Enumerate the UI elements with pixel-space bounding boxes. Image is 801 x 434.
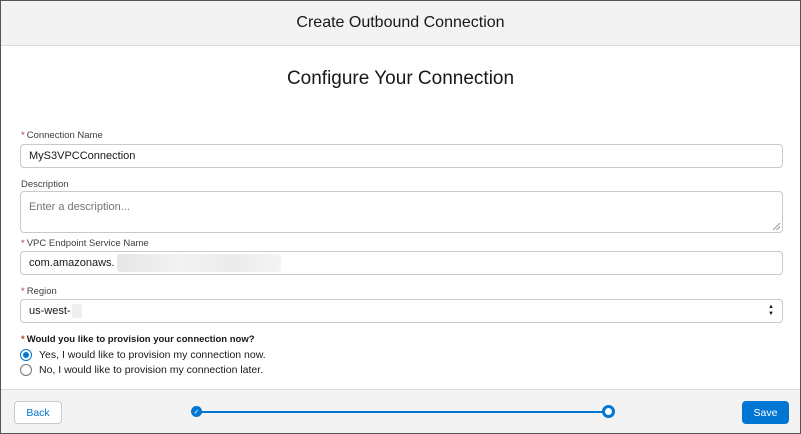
description-placeholder: Enter a description... xyxy=(29,201,130,213)
create-outbound-connection-modal: Create Outbound Connection Configure You… xyxy=(0,0,801,434)
modal-footer: Back ✓ Save xyxy=(1,389,800,433)
provision-now-option[interactable]: Yes, I would like to provision my connec… xyxy=(20,349,266,361)
radio-checked-icon[interactable] xyxy=(20,349,32,361)
select-arrows-icon: ▲ ▼ xyxy=(768,304,774,317)
connection-name-label-text: Connection Name xyxy=(26,130,103,141)
required-marker: * xyxy=(21,334,25,345)
vpc-endpoint-label-text: VPC Endpoint Service Name xyxy=(26,238,149,249)
required-marker: * xyxy=(21,238,25,249)
region-label: * Region xyxy=(21,286,57,297)
provision-question-text: Would you like to provision your connect… xyxy=(26,334,255,345)
progress-step-completed[interactable]: ✓ xyxy=(191,406,202,417)
connection-name-input[interactable]: MyS3VPCConnection xyxy=(20,144,783,168)
check-icon: ✓ xyxy=(193,408,200,416)
redacted-region xyxy=(116,254,281,272)
redacted-region xyxy=(71,304,82,318)
vpc-endpoint-input[interactable]: com.amazonaws. xyxy=(20,251,783,275)
modal-header: Create Outbound Connection xyxy=(1,1,800,46)
region-select[interactable]: us-west- ▲ ▼ xyxy=(20,299,783,323)
back-button[interactable]: Back xyxy=(14,401,62,424)
provision-now-label: Yes, I would like to provision my connec… xyxy=(39,349,266,361)
vpc-endpoint-value: com.amazonaws. xyxy=(29,257,115,269)
description-label: Description xyxy=(21,179,69,190)
region-label-text: Region xyxy=(26,286,57,297)
radio-unchecked-icon[interactable] xyxy=(20,364,32,376)
step-title: Configure Your Connection xyxy=(286,68,515,89)
modal-title: Create Outbound Connection xyxy=(296,14,505,31)
provision-question: * Would you like to provision your connec… xyxy=(21,334,255,345)
required-marker: * xyxy=(21,286,25,297)
description-textarea[interactable]: Enter a description... xyxy=(20,191,783,233)
progress-step-current[interactable] xyxy=(602,405,615,418)
required-marker: * xyxy=(21,130,25,141)
provision-later-option[interactable]: No, I would like to provision my connect… xyxy=(20,364,263,376)
vpc-endpoint-label: * VPC Endpoint Service Name xyxy=(21,238,149,249)
connection-name-label: * Connection Name xyxy=(21,130,103,141)
connection-name-value: MyS3VPCConnection xyxy=(29,150,136,162)
progress-bar xyxy=(197,411,609,413)
save-button[interactable]: Save xyxy=(742,401,789,424)
provision-later-label: No, I would like to provision my connect… xyxy=(39,364,264,376)
resize-grip-icon[interactable] xyxy=(773,223,780,230)
region-value: us-west- xyxy=(29,305,71,317)
